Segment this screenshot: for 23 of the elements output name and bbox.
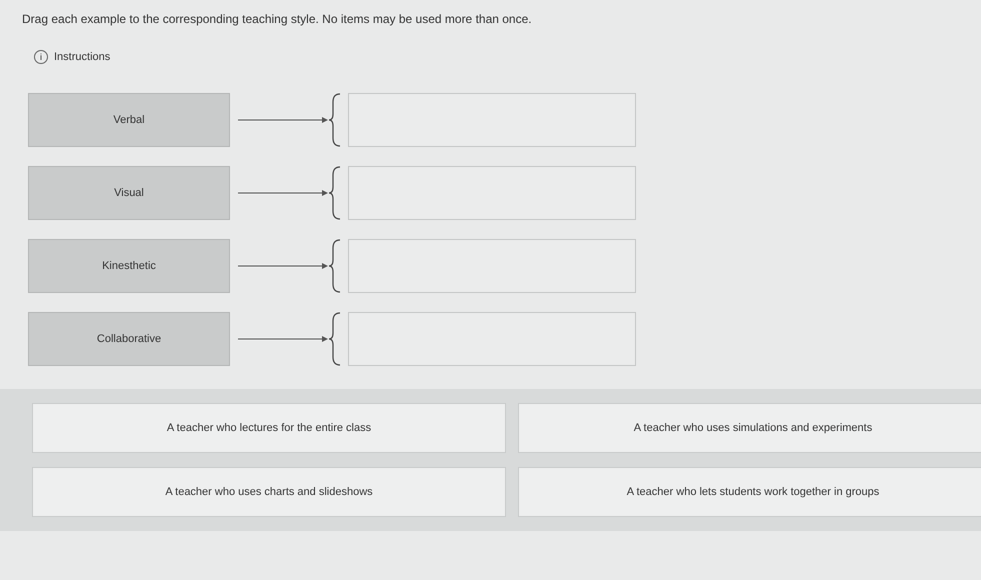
example-card[interactable]: A teacher who uses charts and slideshows (32, 467, 506, 517)
info-icon: i (34, 50, 48, 64)
teaching-style-label: Visual (28, 166, 230, 220)
example-card[interactable]: A teacher who uses simulations and experiments (518, 403, 981, 453)
drop-zone[interactable] (348, 312, 636, 366)
teaching-style-label: Verbal (28, 93, 230, 147)
drop-zone[interactable] (348, 166, 636, 220)
connector-arrow-icon (238, 262, 328, 270)
teaching-style-label: Collaborative (28, 312, 230, 366)
drop-zone[interactable] (348, 93, 636, 147)
example-card[interactable]: A teacher who lectures for the entire class (32, 403, 506, 453)
connector-arrow-icon (238, 189, 328, 197)
instructions-link[interactable]: Instructions (54, 51, 110, 63)
brace-icon (328, 165, 342, 221)
instruction-text: Drag each example to the corresponding teaching style. No items may be used more than once. (22, 12, 533, 26)
connector-arrow-icon (238, 116, 328, 124)
teaching-style-label: Kinesthetic (28, 239, 230, 293)
connector-arrow-icon (238, 335, 328, 343)
brace-icon (328, 311, 342, 367)
brace-icon (328, 238, 342, 294)
example-card[interactable]: A teacher who lets students work together in groups (518, 467, 981, 517)
drop-zone[interactable] (348, 239, 636, 293)
brace-icon (328, 92, 342, 148)
